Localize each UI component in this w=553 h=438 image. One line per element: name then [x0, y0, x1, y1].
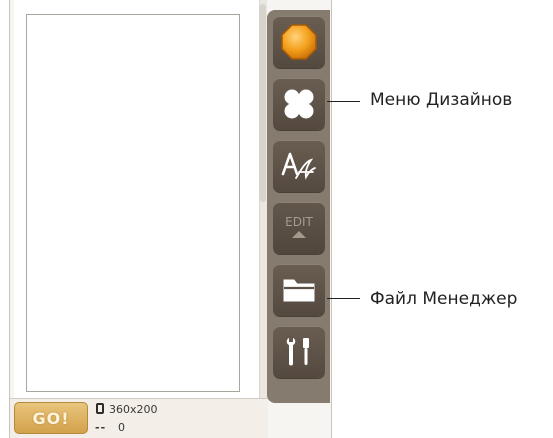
stitch-symbol: -- — [95, 421, 107, 434]
file-manager-button[interactable] — [273, 264, 325, 316]
callout-file-manager: Файл Менеджер — [370, 289, 518, 309]
tools-icon — [286, 338, 309, 366]
hoop-outline — [26, 14, 240, 392]
orange-octagon-icon — [281, 24, 317, 60]
callout-line-design-menu — [327, 101, 360, 102]
start-button[interactable] — [273, 16, 325, 68]
settings-button[interactable] — [273, 326, 325, 378]
scrollbar-thumb[interactable] — [260, 4, 266, 202]
edit-label: EDIT — [285, 215, 313, 229]
text-edit-button[interactable] — [273, 140, 325, 192]
font-a-icon — [281, 152, 316, 180]
hoop-icon — [96, 403, 104, 414]
folder-icon — [283, 279, 315, 302]
stitch-count-text: 0 — [118, 421, 125, 434]
four-leaf-icon — [284, 89, 314, 119]
callout-design-menu: Меню Дизайнов — [370, 90, 513, 110]
callout-line-file-manager — [327, 298, 360, 299]
hoop-size-text: 360x200 — [109, 403, 158, 416]
edit-arrow-icon: EDIT — [285, 215, 314, 238]
go-button[interactable]: GO! — [14, 402, 88, 434]
design-menu-button[interactable] — [273, 78, 325, 130]
go-button-label: GO! — [32, 408, 70, 428]
edit-button[interactable]: EDIT — [273, 202, 325, 254]
